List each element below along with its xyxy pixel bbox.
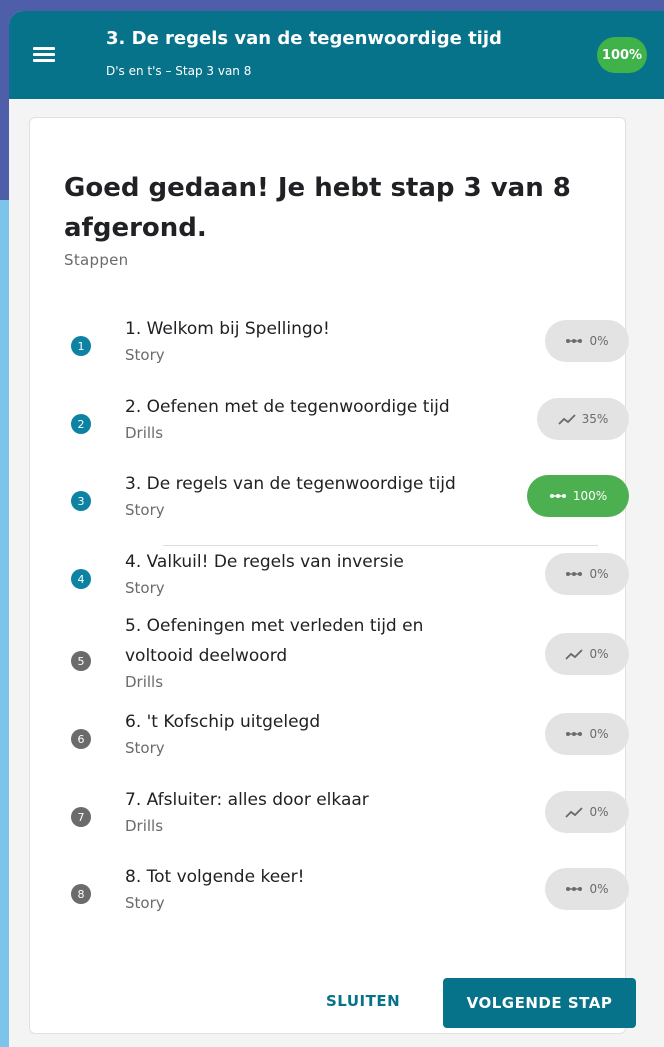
- step-number: 7: [71, 807, 91, 827]
- steps-label: Stappen: [64, 251, 129, 269]
- step-type: Story: [125, 501, 165, 519]
- step-progress-badge: 0%: [545, 868, 629, 910]
- step-title: 1. Welkom bij Spellingo!: [125, 319, 330, 339]
- trend-icon: [565, 806, 584, 818]
- step-type: Story: [125, 579, 165, 597]
- step-progress-badge: 100%: [527, 475, 629, 517]
- step-progress-value: 100%: [572, 489, 608, 503]
- lesson-subtitle: D's en t's – Stap 3 van 8: [106, 64, 252, 78]
- step-progress-badge: 0%: [545, 633, 629, 675]
- step-number: 8: [71, 884, 91, 904]
- app-bar: 3. De regels van de tegenwoordige tijd D…: [9, 11, 664, 99]
- step-row[interactable]: 1 1. Welkom bij Spellingo! Story 0%: [30, 314, 629, 384]
- trend-icon: [558, 413, 576, 425]
- dots-icon: [565, 571, 583, 577]
- step-title: 7. Afsluiter: alles door elkaar: [125, 790, 369, 810]
- step-type: Drills: [125, 673, 164, 691]
- step-title: 2. Oefenen met de tegenwoordige tijd: [125, 397, 450, 417]
- step-progress-value: 0%: [589, 727, 609, 741]
- step-number: 1: [71, 336, 91, 356]
- step-progress-value: 0%: [589, 567, 609, 581]
- step-title: 8. Tot volgende keer!: [125, 867, 305, 887]
- menu-icon[interactable]: [33, 45, 55, 63]
- step-progress-value: 0%: [589, 334, 609, 348]
- progress-badge: 100%: [597, 37, 647, 73]
- close-button[interactable]: SLUITEN: [326, 992, 400, 1010]
- lesson-title: 3. De regels van de tegenwoordige tijd: [106, 28, 502, 49]
- step-number: 2: [71, 414, 91, 434]
- step-number: 6: [71, 729, 91, 749]
- dialog-heading: Goed gedaan! Je hebt stap 3 van 8 afgero…: [64, 173, 571, 243]
- step-progress-badge: 0%: [545, 791, 629, 833]
- step-type: Drills: [125, 424, 164, 442]
- step-type: Story: [125, 739, 165, 757]
- dots-icon: [549, 493, 567, 499]
- step-progress-badge: 0%: [545, 553, 629, 595]
- step-type: Story: [125, 346, 165, 364]
- step-title: 4. Valkuil! De regels van inversie: [125, 552, 404, 572]
- step-number: 5: [71, 651, 91, 671]
- step-row[interactable]: 4 4. Valkuil! De regels van inversie Story…: [30, 547, 629, 617]
- step-row[interactable]: 7 7. Afsluiter: alles door elkaar Drills 0%: [30, 785, 629, 855]
- step-progress-value: 0%: [589, 647, 609, 661]
- divider: [163, 545, 598, 546]
- next-step-button[interactable]: VOLGENDE STAP: [443, 978, 636, 1028]
- step-title: 6. 't Kofschip uitgelegd: [125, 712, 321, 732]
- step-type: Drills: [125, 817, 164, 835]
- trend-icon: [565, 648, 584, 660]
- step-number: 4: [71, 569, 91, 589]
- step-progress-value: 0%: [589, 805, 609, 819]
- step-row[interactable]: 8 8. Tot volgende keer! Story 0%: [30, 862, 629, 932]
- dots-icon: [565, 338, 583, 344]
- step-row[interactable]: 2 2. Oefenen met de tegenwoordige tijd Dri…: [30, 392, 629, 462]
- step-progress-badge: 35%: [537, 398, 629, 440]
- step-number: 3: [71, 491, 91, 511]
- step-row[interactable]: 5 5. Oefeningen met verleden tijd en volt…: [30, 611, 629, 691]
- step-row[interactable]: 6 6. 't Kofschip uitgelegd Story 0%: [30, 707, 629, 777]
- step-title: 5. Oefeningen met verleden tijd en volto…: [125, 616, 424, 666]
- step-type: Story: [125, 894, 165, 912]
- step-title: 3. De regels van de tegenwoordige tijd: [125, 474, 456, 494]
- app-window: 3. De regels van de tegenwoordige tijd D…: [9, 11, 664, 1047]
- step-row[interactable]: 3 3. De regels van de tegenwoordige tijd S…: [30, 469, 629, 539]
- step-progress-badge: 0%: [545, 320, 629, 362]
- completion-dialog: Goed gedaan! Je hebt stap 3 van 8 afgero…: [29, 117, 636, 1034]
- dots-icon: [565, 731, 583, 737]
- step-progress-badge: 0%: [545, 713, 629, 755]
- dots-icon: [565, 886, 583, 892]
- step-progress-value: 35%: [581, 412, 609, 426]
- step-progress-value: 0%: [589, 882, 609, 896]
